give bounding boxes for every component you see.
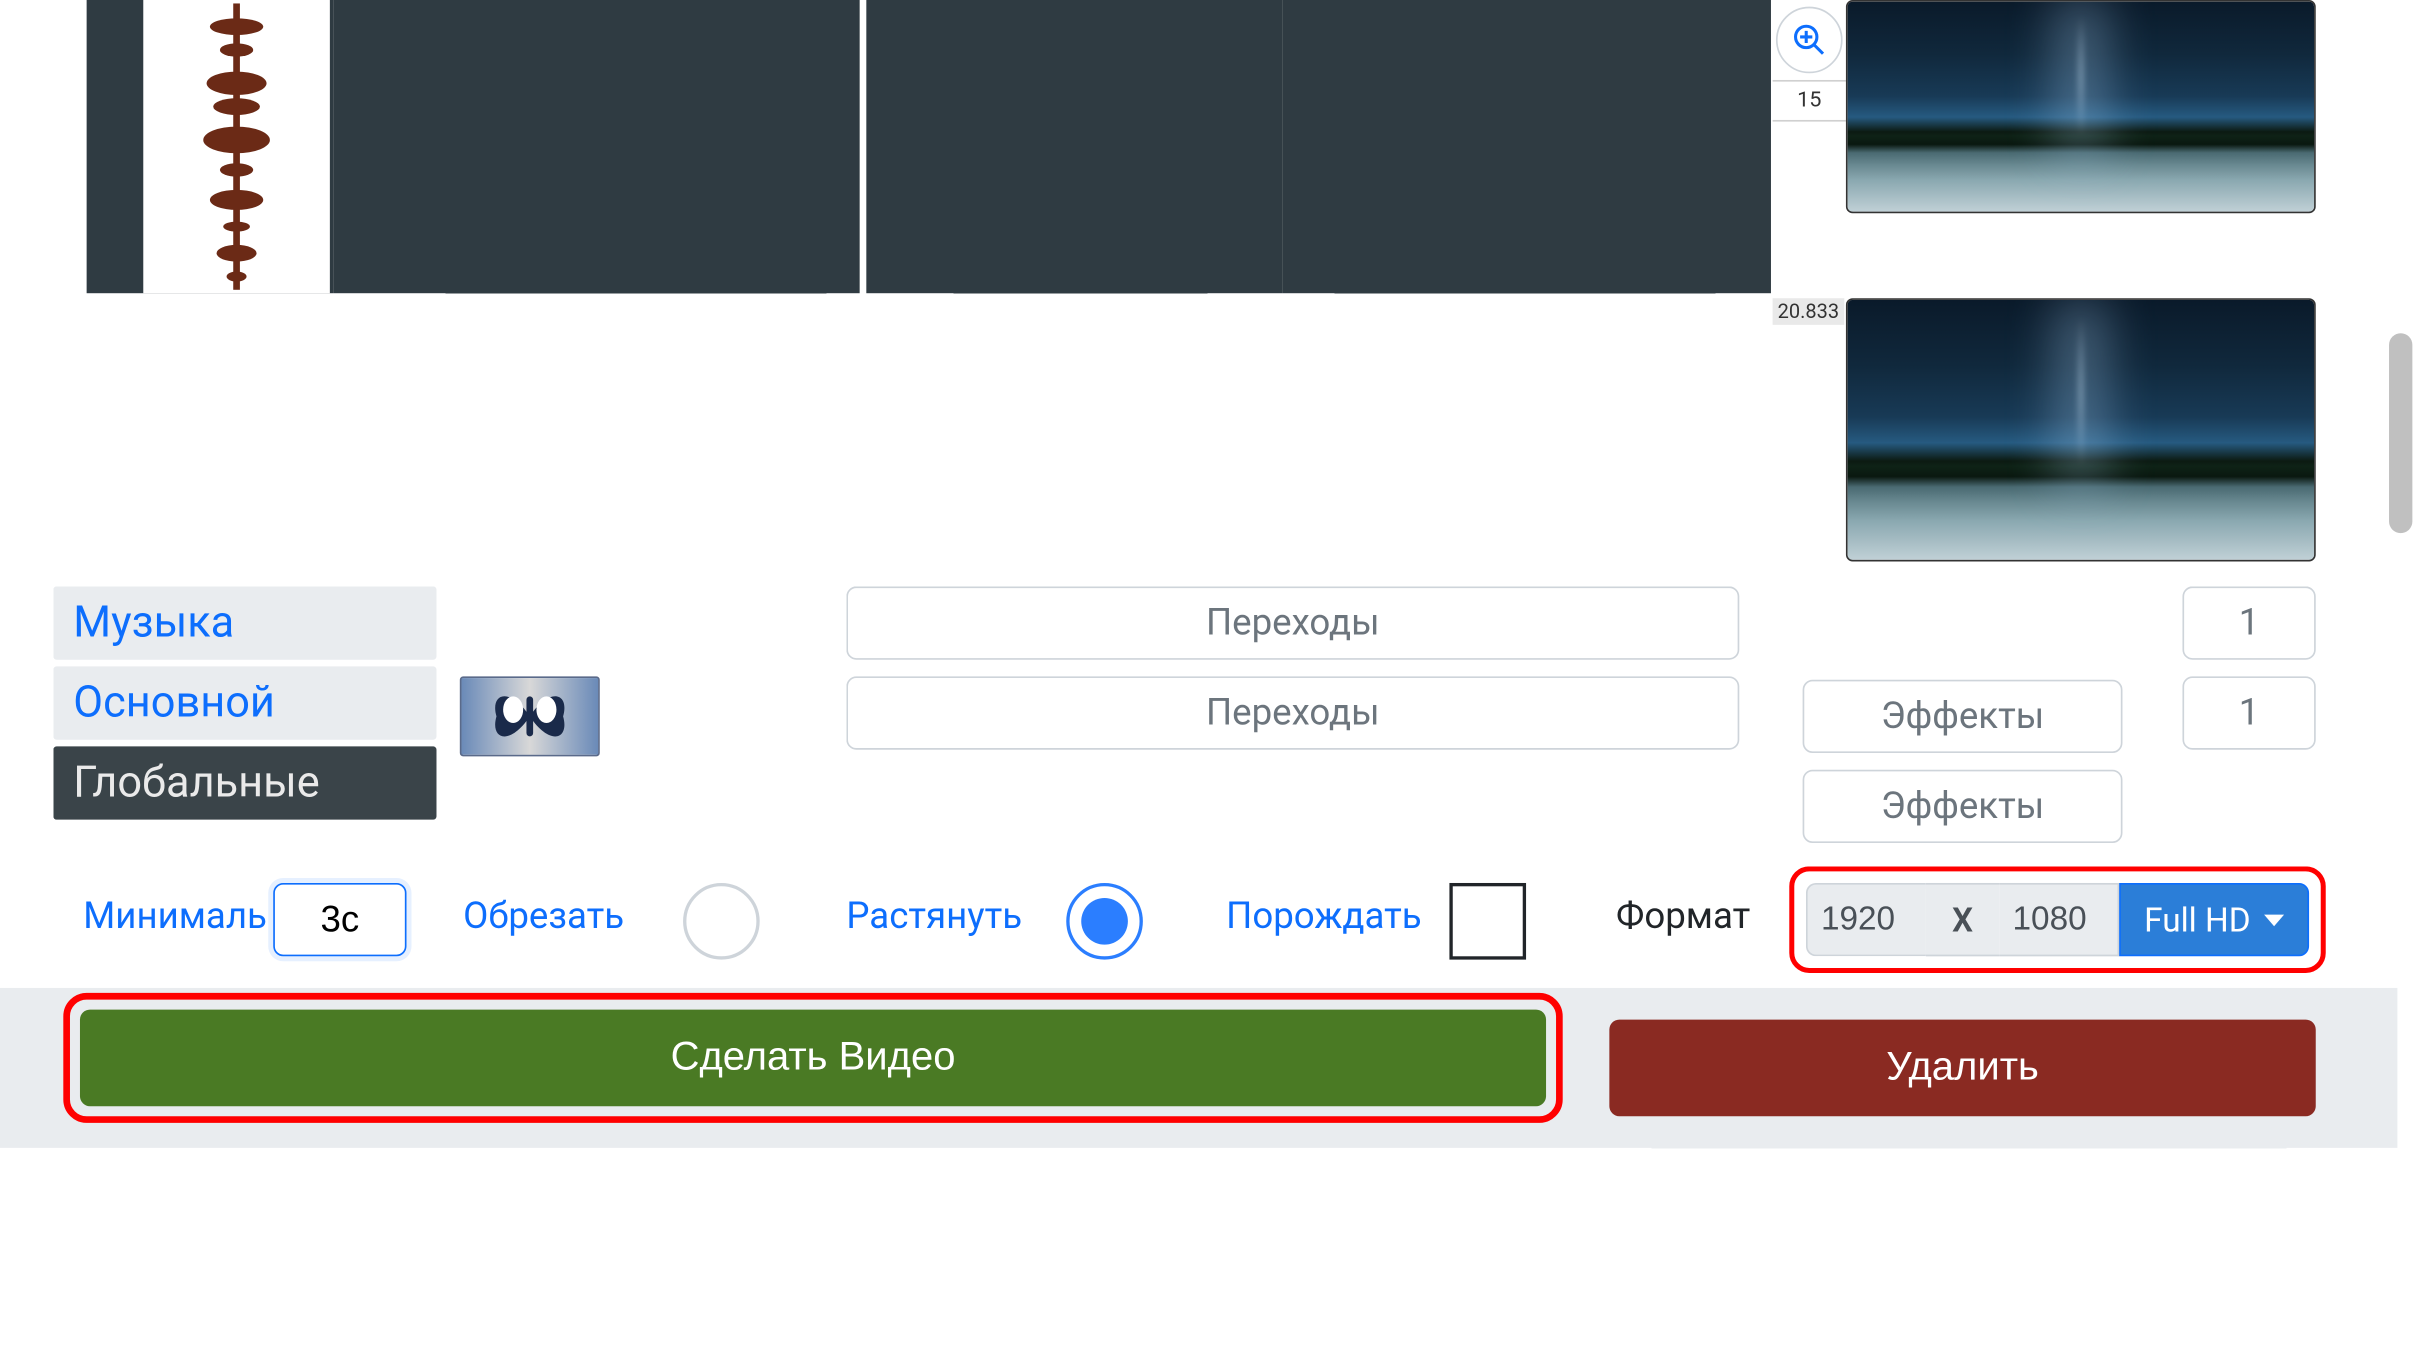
format-preset-dropdown[interactable]: Full HD [2119, 883, 2309, 956]
crop-radio[interactable] [683, 883, 760, 960]
timeline-clip[interactable] [333, 0, 859, 293]
button-label: Переходы [1206, 692, 1380, 734]
layer-music[interactable]: Музыка [53, 586, 436, 659]
count-box[interactable]: 1 [2182, 586, 2315, 659]
zoom-in-icon [1791, 22, 1828, 59]
butterfly-icon [490, 683, 570, 750]
layer-label: Основной [73, 678, 275, 728]
clip-thumbnail-butterfly[interactable] [460, 676, 600, 756]
layer-main[interactable]: Основной [53, 666, 436, 739]
layer-label: Глобальные [73, 758, 319, 808]
chevron-down-icon [2264, 914, 2284, 926]
make-video-button[interactable]: Сделать Видео [80, 1010, 1546, 1107]
transitions-button[interactable]: Переходы [846, 676, 1739, 749]
width-input[interactable] [1806, 883, 1926, 956]
waveform-icon [200, 3, 273, 290]
layer-chips: Музыка Основной Глобальные [53, 586, 436, 819]
button-label: Переходы [1206, 602, 1380, 644]
frame-thumbnail: 20.833 [1773, 293, 2316, 561]
preview-area: 15 [0, 0, 2416, 293]
button-label: Эффекты [1881, 696, 2044, 738]
dimension-separator: X [1926, 883, 1999, 956]
height-input[interactable] [1999, 883, 2119, 956]
zoom-level: 15 [1773, 80, 1846, 122]
format-group: X Full HD [1789, 866, 2325, 973]
effects-button[interactable]: Эффекты [1803, 770, 2123, 843]
min-label: Минималь [83, 896, 267, 938]
audio-waveform[interactable] [143, 0, 330, 293]
count-value: 1 [2239, 692, 2260, 734]
layer-label: Музыка [73, 598, 234, 648]
spawn-checkbox[interactable] [1449, 883, 1526, 960]
stretch-radio[interactable] [1066, 883, 1143, 960]
crop-label: Обрезать [463, 896, 624, 938]
scrollbar[interactable] [2389, 333, 2412, 533]
timeline-clip[interactable] [866, 0, 1282, 293]
button-label: Сделать Видео [671, 1035, 956, 1082]
transitions-button[interactable]: Переходы [846, 586, 1739, 659]
min-duration-input[interactable] [273, 883, 406, 956]
format-label: Формат [1616, 896, 1750, 938]
delete-button[interactable]: Удалить [1609, 1020, 2315, 1117]
options-row: Минималь Обрезать Растянуть Порождать Фо… [0, 866, 2416, 973]
preview-thumbnail[interactable] [1846, 298, 2316, 561]
zoom-control: 15 [1773, 0, 1846, 122]
button-label: Эффекты [1881, 786, 2044, 828]
button-label: Удалить [1886, 1045, 2039, 1092]
count-box[interactable]: 1 [2182, 676, 2315, 749]
stretch-label: Растянуть [846, 896, 1022, 938]
preset-label: Full HD [2144, 900, 2251, 940]
spawn-label: Порождать [1226, 896, 1422, 938]
timeline-clip[interactable] [1283, 0, 1771, 293]
timestamp-label: 20.833 [1773, 298, 1844, 325]
count-value: 1 [2239, 602, 2260, 644]
preview-thumbnail[interactable] [1846, 0, 2316, 213]
layer-global[interactable]: Глобальные [53, 746, 436, 819]
zoom-in-button[interactable] [1776, 7, 1843, 74]
make-video-highlight: Сделать Видео [63, 993, 1562, 1123]
effects-button[interactable]: Эффекты [1803, 680, 2123, 753]
